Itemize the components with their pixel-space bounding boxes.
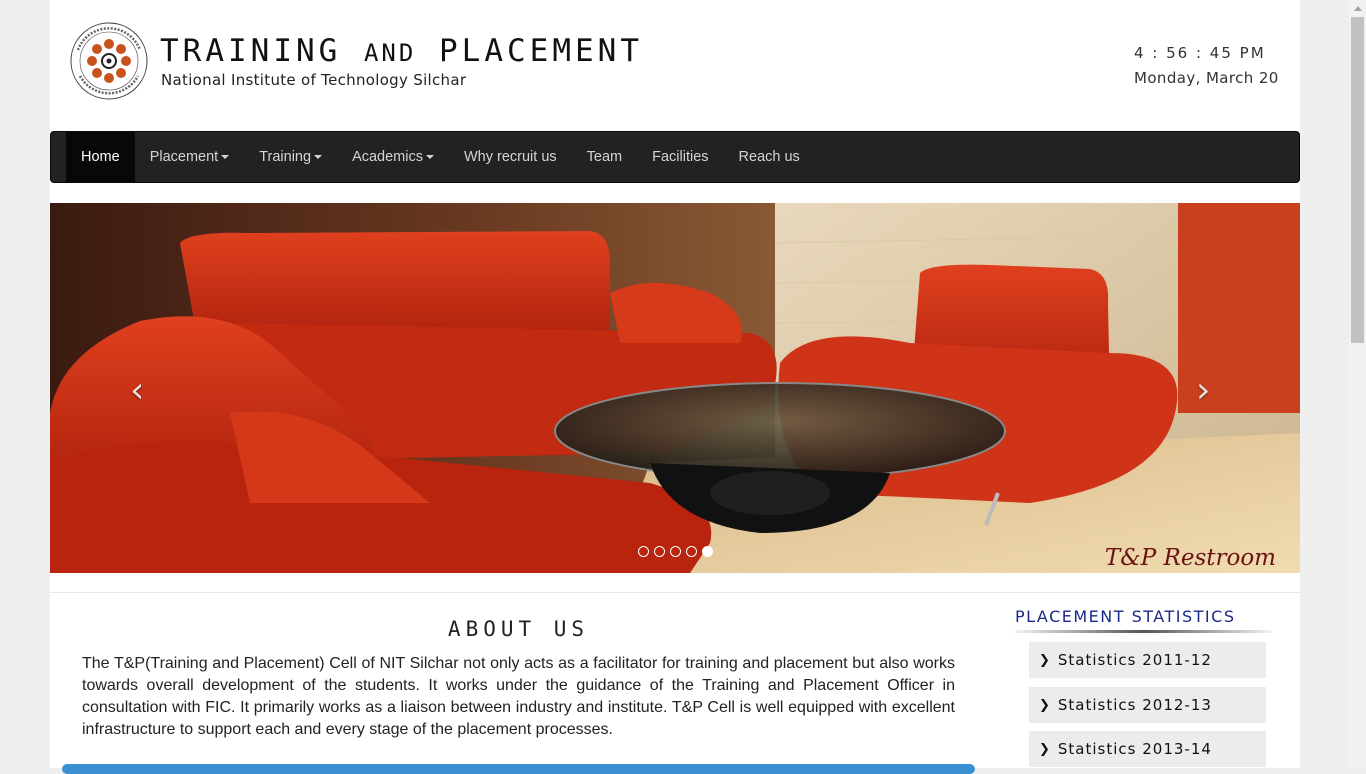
about-heading: ABOUT US: [447, 617, 590, 641]
nav-why-recruit-us-label: Why recruit us: [463, 149, 557, 165]
nav-list: Home Placement Training Academics Why re…: [51, 132, 1299, 182]
caret-down-icon: [425, 155, 434, 159]
statistics-label: Statistics 2011-12: [1057, 651, 1212, 669]
chevron-right-icon: ❯: [1039, 741, 1051, 757]
image-carousel[interactable]: T&P Restroom ‹ ›: [50, 203, 1300, 573]
content-panel-top-bar: [62, 764, 975, 774]
nav-reach-us-label: Reach us: [738, 149, 800, 165]
carousel-slide-image: [50, 203, 1300, 573]
chevron-left-icon[interactable]: ‹: [130, 373, 144, 409]
statistics-2012-13-link[interactable]: ❯ Statistics 2012-13: [1029, 687, 1266, 723]
nav-placement-dropdown[interactable]: Placement: [135, 132, 245, 182]
nav-academics-label: Academics: [352, 149, 423, 165]
scroll-up-arrow-icon[interactable]: [1349, 0, 1366, 17]
nav-training-dropdown[interactable]: Training: [244, 132, 337, 182]
nav-reach-us[interactable]: Reach us: [724, 132, 815, 182]
nav-training-label: Training: [259, 149, 312, 165]
nav-academics-dropdown[interactable]: Academics: [337, 132, 449, 182]
title-word-placement: PLACEMENT: [439, 33, 643, 69]
clock-time: 4 : 56 : 45 PM: [1134, 44, 1266, 62]
nav-team[interactable]: Team: [572, 132, 637, 182]
chevron-right-icon: ❯: [1039, 652, 1051, 668]
nav-why-recruit-us[interactable]: Why recruit us: [449, 132, 572, 182]
carousel-indicators: [638, 546, 713, 557]
nav-team-label: Team: [586, 149, 623, 165]
chevron-right-icon[interactable]: ›: [1196, 373, 1210, 409]
carousel-indicator-3[interactable]: [670, 546, 681, 557]
nit-silchar-logo: [70, 22, 148, 100]
scrollbar-thumb[interactable]: [1351, 17, 1364, 343]
nav-placement-label: Placement: [149, 149, 219, 165]
carousel-indicator-1[interactable]: [638, 546, 649, 557]
statistics-2011-12-link[interactable]: ❯ Statistics 2011-12: [1029, 642, 1266, 678]
carousel-caption: T&P Restroom: [1104, 545, 1276, 571]
carousel-indicator-4[interactable]: [686, 546, 697, 557]
nav-home-label: Home: [81, 149, 120, 165]
chevron-right-icon: ❯: [1039, 697, 1051, 713]
placement-statistics-heading: PLACEMENT STATISTICS: [1015, 607, 1236, 626]
caret-down-icon: [314, 155, 323, 159]
statistics-label: Statistics 2012-13: [1057, 696, 1212, 714]
heading-underline: [1015, 630, 1272, 633]
statistics-2013-14-link[interactable]: ❯ Statistics 2013-14: [1029, 731, 1266, 767]
site-subtitle: National Institute of Technology Silchar: [161, 71, 467, 89]
section-divider: [50, 592, 1300, 593]
caret-down-icon: [221, 155, 230, 159]
nav-home[interactable]: Home: [66, 132, 135, 182]
about-paragraph: The T&P(Training and Placement) Cell of …: [82, 655, 955, 738]
statistics-label: Statistics 2013-14: [1057, 740, 1212, 758]
carousel-indicator-5-active[interactable]: [702, 546, 713, 557]
nav-facilities-label: Facilities: [652, 149, 709, 165]
main-navbar: Home Placement Training Academics Why re…: [50, 131, 1300, 183]
title-word-training: TRAINING: [160, 33, 342, 69]
clock-date: Monday, March 20: [1134, 69, 1279, 87]
carousel-indicator-2[interactable]: [654, 546, 665, 557]
title-word-and: AND: [363, 39, 417, 67]
site-title: TRAINING AND PLACEMENT: [160, 32, 643, 72]
nav-facilities[interactable]: Facilities: [637, 132, 723, 182]
